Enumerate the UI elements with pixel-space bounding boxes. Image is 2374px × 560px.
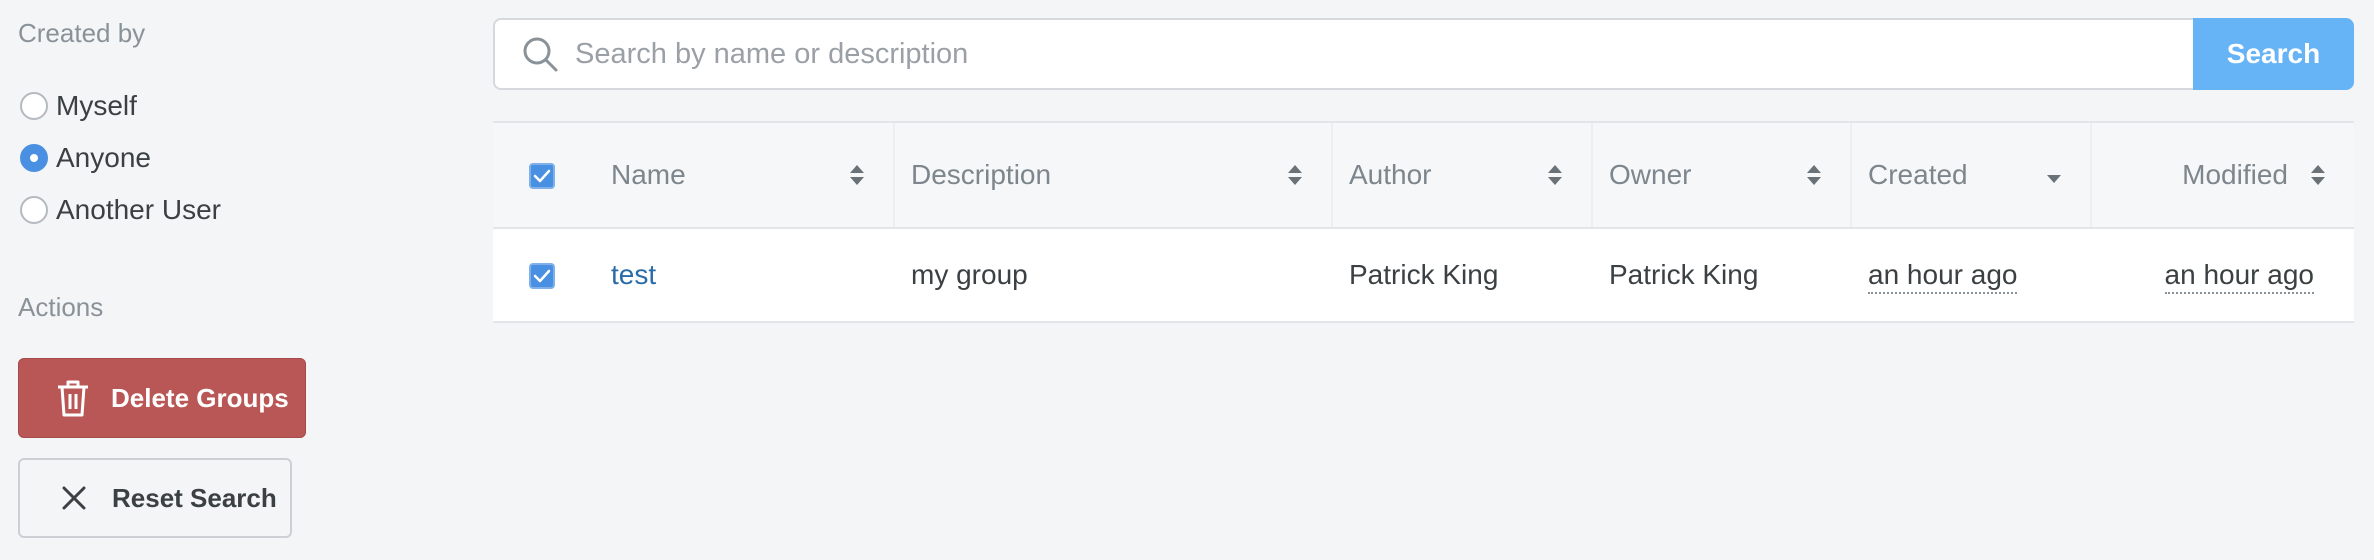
column-header-created[interactable]: Created xyxy=(1850,121,2090,229)
cell-owner: Patrick King xyxy=(1591,228,1850,323)
sort-both-icon[interactable] xyxy=(2310,163,2326,187)
table-row[interactable]: test my group Patrick King Patrick King … xyxy=(493,228,2354,323)
modified-time: an hour ago xyxy=(2164,259,2314,294)
column-label: Owner xyxy=(1609,159,1692,190)
select-all-checkbox[interactable] xyxy=(529,163,555,189)
radio-myself[interactable]: Myself xyxy=(20,86,137,126)
select-all-cell xyxy=(493,121,593,229)
column-label: Description xyxy=(911,159,1052,190)
column-label: Author xyxy=(1349,159,1432,190)
close-icon xyxy=(54,478,94,518)
search-input[interactable] xyxy=(575,37,2075,71)
column-header-description[interactable]: Description xyxy=(893,121,1331,229)
cell-modified: an hour ago xyxy=(2090,228,2354,323)
search-icon xyxy=(521,35,559,73)
radio-anyone[interactable]: Anyone xyxy=(20,138,151,178)
radio-another-user[interactable]: Another User xyxy=(20,190,221,230)
reset-search-label: Reset Search xyxy=(112,482,277,513)
cell-name: test xyxy=(593,228,893,323)
row-select-cell xyxy=(493,228,593,323)
column-label: Created xyxy=(1868,159,1968,190)
delete-groups-label: Delete Groups xyxy=(111,382,289,413)
sort-both-icon[interactable] xyxy=(1547,163,1563,187)
groups-table: Name Description Author Owner Created Mo… xyxy=(493,121,2354,323)
trash-icon xyxy=(53,378,93,418)
column-header-owner[interactable]: Owner xyxy=(1591,121,1850,229)
delete-groups-button[interactable]: Delete Groups xyxy=(18,358,306,438)
actions-title: Actions xyxy=(18,292,104,322)
column-label: Modified xyxy=(2182,159,2288,190)
sort-both-icon[interactable] xyxy=(1806,163,1822,187)
created-time: an hour ago xyxy=(1868,259,2018,294)
column-label: Name xyxy=(611,159,686,190)
table-header-row: Name Description Author Owner Created Mo… xyxy=(493,121,2354,229)
group-name-link[interactable]: test xyxy=(611,259,656,290)
reset-search-button[interactable]: Reset Search xyxy=(18,458,292,538)
radio-button[interactable] xyxy=(20,196,48,224)
filter-sidebar: Created by Myself Anyone Another User Ac… xyxy=(0,0,320,560)
row-checkbox[interactable] xyxy=(529,263,555,289)
radio-button[interactable] xyxy=(20,144,48,172)
cell-description: my group xyxy=(893,228,1331,323)
radio-label: Myself xyxy=(56,90,137,121)
radio-label: Anyone xyxy=(56,142,151,173)
cell-author: Patrick King xyxy=(1331,228,1591,323)
column-header-author[interactable]: Author xyxy=(1331,121,1591,229)
column-header-name[interactable]: Name xyxy=(593,121,893,229)
column-header-modified[interactable]: Modified xyxy=(2090,121,2354,229)
cell-created: an hour ago xyxy=(1850,228,2090,323)
radio-button[interactable] xyxy=(20,92,48,120)
sort-both-icon[interactable] xyxy=(1287,163,1303,187)
search-bar: Search xyxy=(493,18,2354,90)
search-field[interactable] xyxy=(493,18,2193,90)
radio-label: Another User xyxy=(56,194,221,225)
search-button[interactable]: Search xyxy=(2193,18,2354,90)
sort-desc-icon[interactable] xyxy=(2046,163,2062,187)
created-by-title: Created by xyxy=(18,18,146,48)
sort-both-icon[interactable] xyxy=(849,163,865,187)
